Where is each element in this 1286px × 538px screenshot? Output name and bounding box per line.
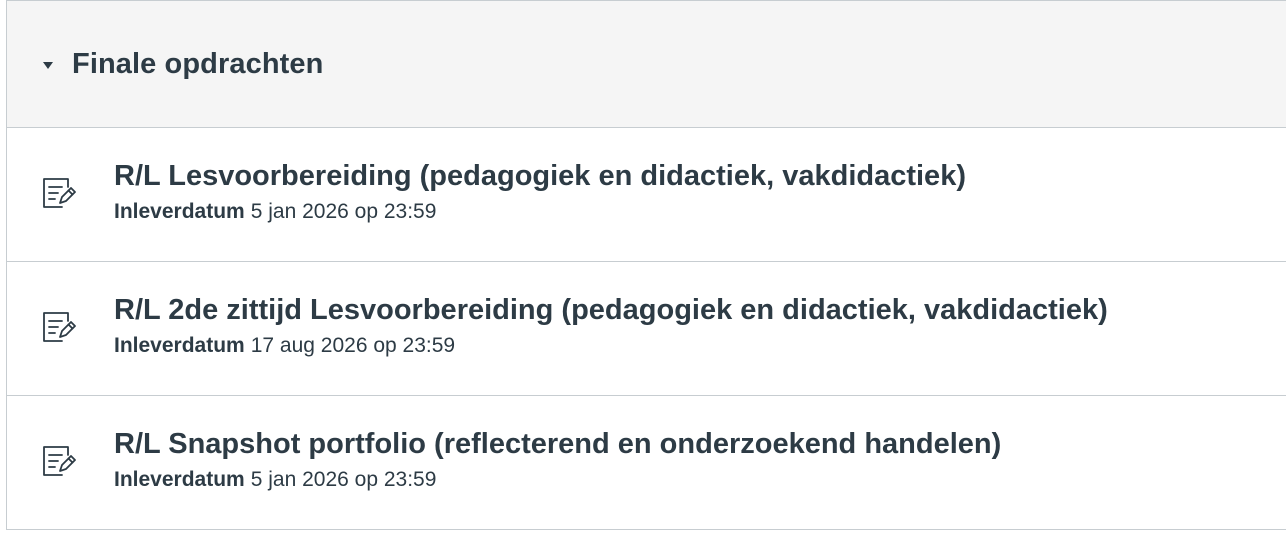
due-date-info: Inleverdatum 17 aug 2026 op 23:59 [114, 332, 1108, 360]
due-date-label: Inleverdatum [114, 334, 245, 357]
group-title: Finale opdrachten [72, 47, 324, 80]
due-date-label: Inleverdatum [114, 468, 245, 491]
assignment-icon [43, 446, 76, 476]
assignment-row[interactable]: R/L 2de zittijd Lesvoorbereiding (pedago… [7, 262, 1286, 396]
due-date-info: Inleverdatum 5 jan 2026 op 23:59 [114, 198, 966, 226]
assignment-row[interactable]: R/L Snapshot portfolio (reflecterend en … [7, 396, 1286, 531]
assignment-icon [43, 178, 76, 208]
assignment-group-header[interactable]: Finale opdrachten [7, 1, 1286, 128]
assignment-title-link[interactable]: R/L Lesvoorbereiding (pedagogiek en dida… [114, 158, 966, 194]
assignment-icon [43, 312, 76, 342]
assignment-row[interactable]: R/L Lesvoorbereiding (pedagogiek en dida… [7, 128, 1286, 262]
assignment-title-link[interactable]: R/L 2de zittijd Lesvoorbereiding (pedago… [114, 292, 1108, 328]
due-date-label: Inleverdatum [114, 200, 245, 223]
assignment-title-link[interactable]: R/L Snapshot portfolio (reflecterend en … [114, 426, 1001, 462]
due-date-value: 5 jan 2026 op 23:59 [250, 200, 437, 223]
due-date-value: 17 aug 2026 op 23:59 [250, 334, 456, 357]
due-date-value: 5 jan 2026 op 23:59 [250, 468, 437, 491]
due-date-info: Inleverdatum 5 jan 2026 op 23:59 [114, 466, 1001, 494]
assignment-group: Finale opdrachten R/L Lesvoorbereiding (… [6, 0, 1286, 530]
caret-down-icon[interactable] [43, 61, 53, 69]
